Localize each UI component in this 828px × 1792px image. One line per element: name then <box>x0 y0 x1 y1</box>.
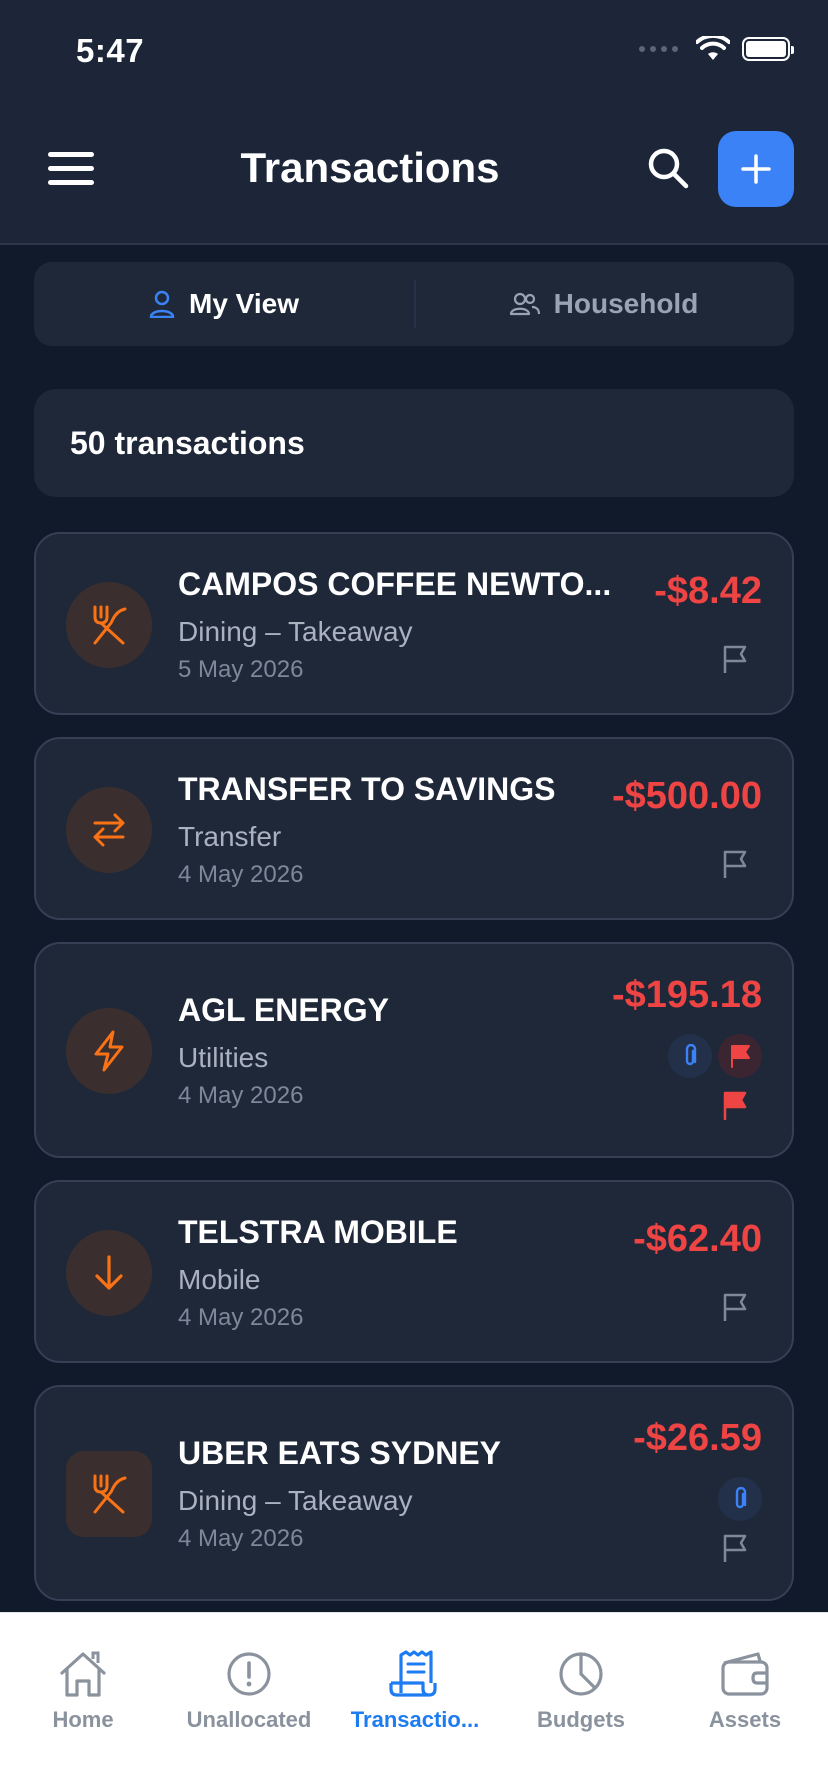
transaction-date: 4 May 2026 <box>178 861 304 888</box>
transaction-card[interactable]: TRANSFER TO SAVINGS Transfer 4 May 2026 … <box>34 737 794 920</box>
flag-outline-icon <box>723 645 747 673</box>
tab-label: Assets <box>708 1707 782 1732</box>
transaction-date: 5 May 2026 <box>178 656 304 683</box>
tab-label: Budgets <box>537 1707 625 1732</box>
attachment-badge[interactable] <box>668 1034 712 1078</box>
tab-label: Home <box>52 1707 114 1732</box>
wallet-icon <box>721 1652 769 1696</box>
transaction-card[interactable]: TELSTRA MOBILE Mobile 4 May 2026 -$62.40 <box>34 1180 794 1363</box>
flag-button[interactable] <box>722 1533 752 1565</box>
attachment-badge[interactable] <box>718 1477 762 1521</box>
category-icon-circle <box>66 582 152 668</box>
transaction-count-label: 50 transactions <box>70 424 305 461</box>
category-name: Mobile <box>178 1264 261 1295</box>
arrow-down-icon <box>95 1255 123 1290</box>
category-icon-circle <box>66 1008 152 1094</box>
bottom-tab-bar: Home Unallocated Transactio... Budgets A… <box>0 1612 828 1792</box>
merchant-name: AGL ENERGY <box>178 992 389 1028</box>
page-title: Transactions <box>240 144 500 191</box>
my-view-label: My View <box>189 288 299 319</box>
my-view-tab[interactable]: My View <box>34 262 414 346</box>
flagged-badge[interactable] <box>718 1034 762 1078</box>
flag-filled-icon <box>723 1091 747 1121</box>
category-name: Utilities <box>178 1042 269 1073</box>
transaction-card[interactable]: UBER EATS SYDNEY Dining – Takeaway 4 May… <box>34 1385 794 1601</box>
cellular-signal-icon <box>639 46 678 52</box>
cutlery-icon <box>93 605 127 645</box>
category-name: Dining – Takeaway <box>178 616 413 647</box>
view-toggle: My View Household <box>34 262 794 346</box>
merchant-name: TRANSFER TO SAVINGS <box>178 771 556 807</box>
battery-icon <box>742 37 794 61</box>
category-name: Dining – Takeaway <box>178 1485 413 1516</box>
home-icon <box>60 1651 106 1697</box>
transaction-date: 4 May 2026 <box>178 1082 304 1109</box>
household-label: Household <box>553 288 699 319</box>
flag-filled-icon <box>731 1045 750 1068</box>
merchant-name: CAMPOS COFFEE NEWTO... <box>178 566 612 602</box>
transaction-date: 4 May 2026 <box>178 1525 304 1552</box>
flag-outline-icon <box>723 1293 747 1321</box>
flag-button[interactable] <box>722 1292 752 1324</box>
transaction-amount: -$26.59 <box>633 1417 762 1459</box>
tab-transactions[interactable]: Transactio... <box>332 1649 498 1733</box>
category-icon-square <box>66 1451 152 1537</box>
tab-assets[interactable]: Assets <box>662 1649 828 1733</box>
paperclip-icon <box>735 1487 747 1509</box>
transaction-amount: -$62.40 <box>633 1218 762 1260</box>
tab-home[interactable]: Home <box>0 1649 166 1733</box>
transaction-count: 50 transactions <box>34 389 794 497</box>
tab-label: Transactio... <box>350 1707 480 1732</box>
category-name: Transfer <box>178 821 282 852</box>
flag-button[interactable] <box>722 849 752 881</box>
tab-label: Unallocated <box>186 1707 312 1732</box>
transaction-card[interactable]: CAMPOS COFFEE NEWTO... Dining – Takeaway… <box>34 532 794 715</box>
add-transaction-button[interactable] <box>718 131 794 207</box>
tab-budgets[interactable]: Budgets <box>498 1649 664 1733</box>
household-tab[interactable]: Household <box>414 262 794 346</box>
merchant-name: TELSTRA MOBILE <box>178 1214 458 1250</box>
category-icon-circle <box>66 1230 152 1316</box>
search-button[interactable] <box>646 146 692 192</box>
receipt-icon <box>389 1650 437 1697</box>
paperclip-icon <box>685 1044 697 1066</box>
segment-divider <box>414 280 416 328</box>
pie-chart-icon <box>559 1652 603 1696</box>
merchant-name: UBER EATS SYDNEY <box>178 1435 502 1471</box>
alert-circle-icon <box>227 1652 271 1696</box>
user-icon <box>149 290 175 318</box>
users-icon <box>509 292 540 316</box>
search-icon <box>648 148 689 189</box>
flag-button[interactable] <box>722 644 752 676</box>
transfer-arrows-icon <box>93 813 125 847</box>
transaction-amount: -$195.18 <box>611 974 762 1016</box>
flag-button[interactable] <box>722 1090 752 1122</box>
flag-outline-icon <box>723 1534 747 1562</box>
status-time: 5:47 <box>76 32 145 69</box>
status-icons <box>639 36 794 62</box>
lightning-icon <box>94 1030 124 1072</box>
transaction-card[interactable]: AGL ENERGY Utilities 4 May 2026 -$195.18 <box>34 942 794 1158</box>
category-icon-circle <box>66 787 152 873</box>
cutlery-icon <box>93 1474 127 1514</box>
wifi-icon <box>696 36 730 60</box>
transaction-amount: -$8.42 <box>654 570 762 612</box>
flag-outline-icon <box>723 850 747 878</box>
plus-icon <box>741 154 771 184</box>
top-bar: 5:47 Transactions <box>0 0 828 245</box>
tab-unallocated[interactable]: Unallocated <box>166 1649 332 1733</box>
transaction-date: 4 May 2026 <box>178 1304 304 1331</box>
transaction-amount: -$500.00 <box>611 775 762 817</box>
